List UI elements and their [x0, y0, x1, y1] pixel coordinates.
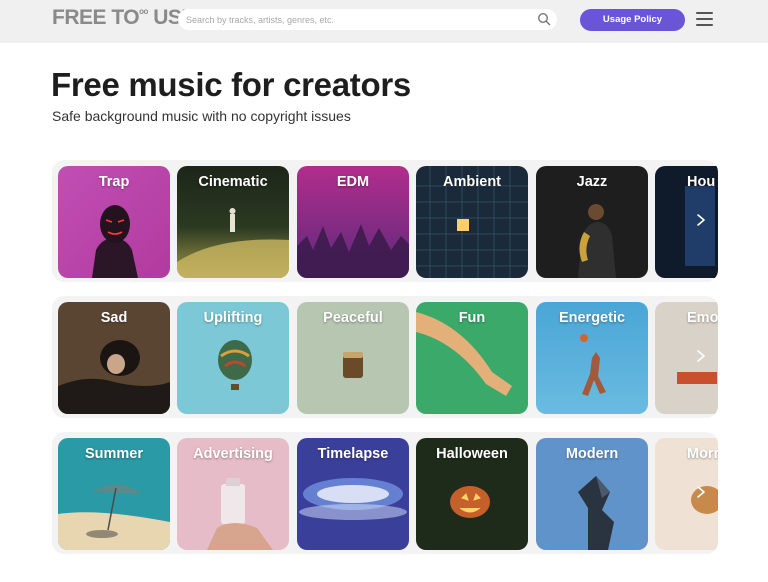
card-label: Emoti: [687, 310, 718, 326]
genre-row: Trap Cinematic EDM Ambient Jazz Hou: [52, 160, 718, 282]
search-icon[interactable]: [537, 12, 551, 26]
card-morning[interactable]: Morn: [655, 438, 718, 550]
chevron-right-icon[interactable]: [695, 349, 707, 363]
card-halloween[interactable]: Halloween: [416, 438, 528, 550]
card-timelapse[interactable]: Timelapse: [297, 438, 409, 550]
card-summer[interactable]: Summer: [58, 438, 170, 550]
card-modern[interactable]: Modern: [536, 438, 648, 550]
card-label: Jazz: [576, 174, 608, 190]
card-label: Fun: [458, 310, 486, 326]
card-label: Hou: [687, 174, 716, 190]
card-emotional[interactable]: Emoti: [655, 302, 718, 414]
logo-sup: oo: [139, 7, 148, 16]
top-header: FREE TOoo USE Usage Policy: [0, 0, 768, 43]
card-label: Ambient: [443, 174, 501, 190]
hamburger-menu-icon[interactable]: [696, 11, 713, 27]
card-edm[interactable]: EDM: [297, 166, 409, 278]
card-label: Summer: [84, 446, 144, 462]
theme-row: Summer Advertising Timelapse Halloween M…: [52, 432, 718, 554]
card-peaceful[interactable]: Peaceful: [297, 302, 409, 414]
card-energetic[interactable]: Energetic: [536, 302, 648, 414]
card-label: Peaceful: [323, 310, 383, 326]
card-ambient[interactable]: Ambient: [416, 166, 528, 278]
card-uplifting[interactable]: Uplifting: [177, 302, 289, 414]
card-label: Timelapse: [317, 446, 389, 462]
card-trap[interactable]: Trap: [58, 166, 170, 278]
chevron-right-icon[interactable]: [695, 213, 707, 227]
card-label: Modern: [565, 446, 619, 462]
search-input[interactable]: [186, 9, 526, 30]
page-title: Free music for creators: [51, 66, 411, 103]
card-label: Uplifting: [203, 310, 263, 326]
card-sad[interactable]: Sad: [58, 302, 170, 414]
card-label: Sad: [100, 310, 128, 326]
card-label: EDM: [336, 174, 370, 190]
card-label: Cinematic: [198, 174, 268, 190]
card-advertising[interactable]: Advertising: [177, 438, 289, 550]
card-cinematic[interactable]: Cinematic: [177, 166, 289, 278]
card-label: Morn: [687, 446, 718, 462]
card-label: Advertising: [193, 446, 273, 462]
logo-text: FREE TO: [52, 6, 140, 29]
card-label: Energetic: [558, 310, 626, 326]
card-fun[interactable]: Fun: [416, 302, 528, 414]
site-logo[interactable]: FREE TOoo USE: [52, 6, 195, 30]
card-label: Halloween: [436, 446, 508, 462]
card-house[interactable]: Hou: [655, 166, 718, 278]
card-jazz[interactable]: Jazz: [536, 166, 648, 278]
card-label: Trap: [98, 174, 130, 190]
mood-row: Sad Uplifting Peaceful Fun Energetic Emo: [52, 296, 718, 418]
page-subtitle: Safe background music with no copyright …: [52, 108, 351, 124]
usage-policy-button[interactable]: Usage Policy: [580, 9, 685, 31]
search-bar: [178, 9, 557, 30]
chevron-right-icon[interactable]: [695, 485, 707, 499]
